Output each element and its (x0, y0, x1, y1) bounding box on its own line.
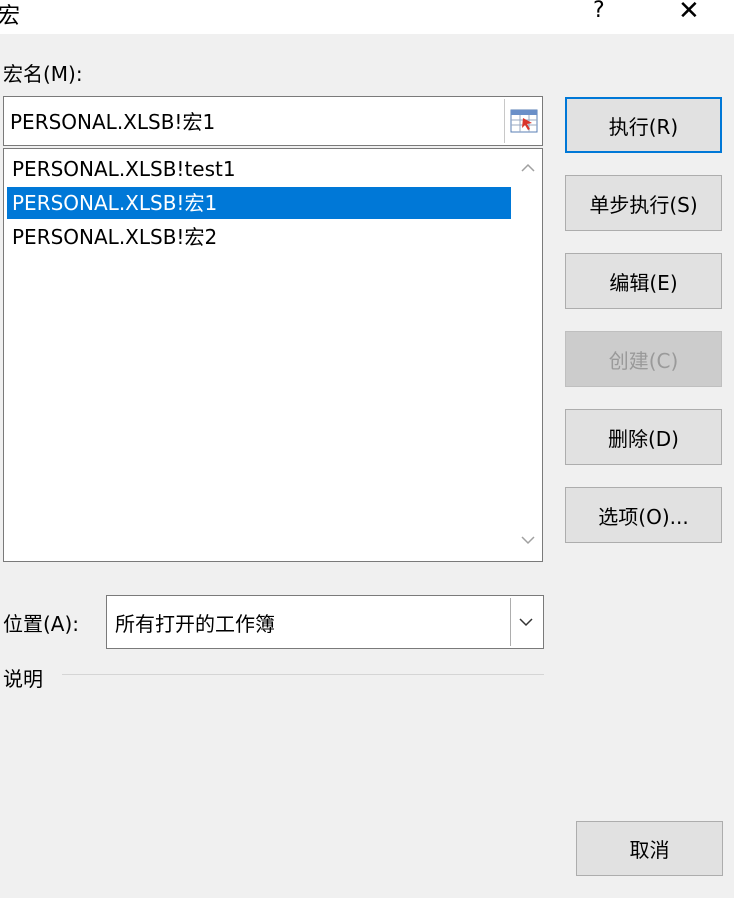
macro-list-item[interactable]: PERSONAL.XLSB!宏2 (7, 221, 511, 253)
options-button[interactable]: 选项(O)... (565, 487, 722, 543)
location-label: 位置(A): (3, 612, 80, 636)
macro-name-input[interactable] (10, 105, 490, 135)
location-dropdown[interactable]: 所有打开的工作簿 (106, 595, 544, 649)
macro-list[interactable]: PERSONAL.XLSB!test1 PERSONAL.XLSB!宏1 PER… (3, 148, 543, 562)
description-label: 说明 (3, 667, 43, 691)
close-button[interactable]: ✕ (678, 0, 700, 26)
range-selector-icon (510, 109, 538, 133)
chevron-up-icon[interactable] (518, 161, 538, 181)
range-selector-button[interactable] (504, 99, 543, 143)
delete-button[interactable]: 删除(D) (565, 409, 722, 465)
macro-name-label: 宏名(M): (3, 62, 83, 86)
location-value: 所有打开的工作簿 (115, 612, 275, 636)
macro-list-item-selected[interactable]: PERSONAL.XLSB!宏1 (7, 187, 511, 219)
help-button[interactable]: ? (593, 0, 605, 23)
description-divider (62, 674, 544, 675)
chevron-down-icon[interactable] (518, 533, 538, 553)
window-title: 宏 (0, 4, 21, 29)
title-bar: 宏 ? ✕ (0, 0, 734, 34)
create-button[interactable]: 创建(C) (565, 331, 722, 387)
run-button[interactable]: 执行(R) (565, 97, 722, 153)
chevron-down-icon[interactable] (510, 598, 541, 646)
macro-name-field[interactable] (3, 96, 543, 146)
edit-button[interactable]: 编辑(E) (565, 253, 722, 309)
macro-list-item[interactable]: PERSONAL.XLSB!test1 (7, 153, 511, 185)
step-into-button[interactable]: 单步执行(S) (565, 175, 722, 231)
cancel-button[interactable]: 取消 (576, 821, 723, 876)
